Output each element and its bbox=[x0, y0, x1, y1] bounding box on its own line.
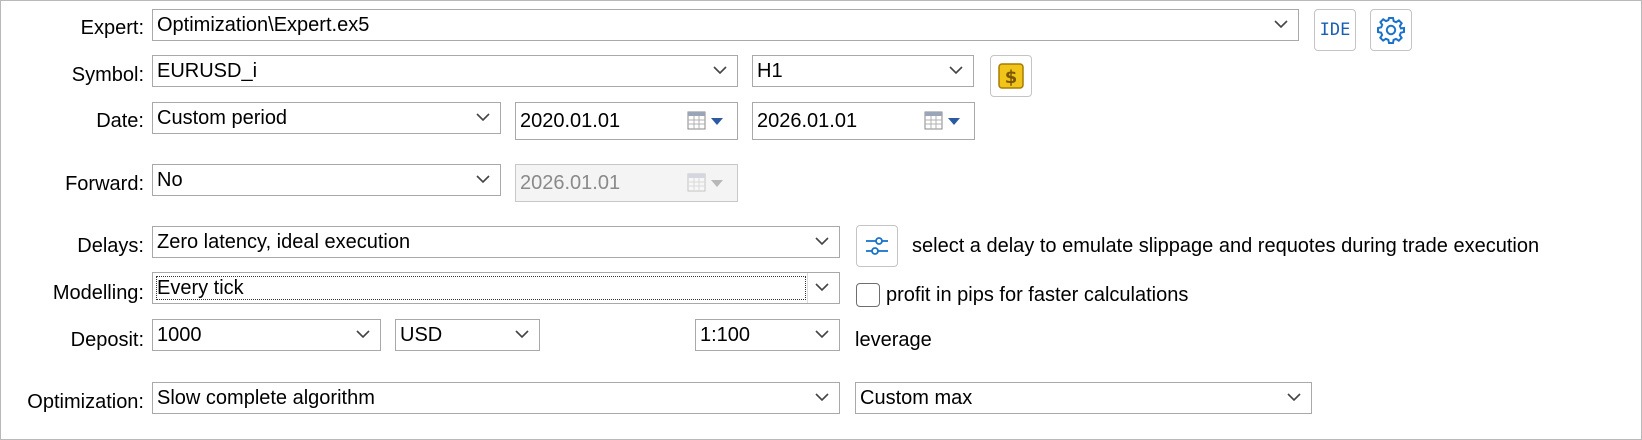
chevron-down-icon bbox=[815, 330, 829, 339]
date-to-picker[interactable]: 2026.01.01 bbox=[752, 102, 975, 140]
chevron-down-icon bbox=[476, 175, 490, 184]
optimization-criterion-value: Custom max bbox=[860, 387, 973, 409]
calendar-icon bbox=[687, 173, 723, 192]
delays-label: Delays: bbox=[77, 235, 144, 257]
expert-select[interactable]: Optimization\Expert.ex5 bbox=[152, 9, 1299, 41]
gear-icon bbox=[1377, 17, 1405, 44]
date-range-select[interactable]: Custom period bbox=[152, 102, 501, 134]
timeframe-value: H1 bbox=[757, 60, 783, 82]
currency-select[interactable]: USD bbox=[395, 319, 540, 351]
delays-value: Zero latency, ideal execution bbox=[157, 231, 411, 253]
optimization-value: Slow complete algorithm bbox=[157, 387, 375, 409]
date-range-value: Custom period bbox=[157, 107, 288, 129]
expert-settings-button[interactable] bbox=[1370, 9, 1412, 51]
modelling-value: Every tick bbox=[157, 277, 244, 299]
chevron-down-icon bbox=[713, 66, 727, 75]
ide-button[interactable]: IDE bbox=[1314, 9, 1356, 51]
expert-value: Optimization\Expert.ex5 bbox=[157, 14, 370, 36]
date-from-value: 2020.01.01 bbox=[520, 110, 621, 132]
leverage-label: leverage bbox=[855, 329, 932, 351]
forward-date-picker[interactable]: 2026.01.01 bbox=[515, 164, 738, 202]
modelling-label: Modelling: bbox=[52, 282, 144, 304]
symbol-value: EURUSD_i bbox=[157, 60, 258, 82]
forward-select[interactable]: No bbox=[152, 164, 501, 196]
forward-value: No bbox=[157, 169, 183, 191]
timeframe-select[interactable]: H1 bbox=[752, 55, 974, 87]
forward-date-value: 2026.01.01 bbox=[520, 172, 621, 194]
date-to-value: 2026.01.01 bbox=[757, 110, 858, 132]
profit-in-pips-label: profit in pips for faster calculations bbox=[886, 284, 1189, 306]
delays-select[interactable]: Zero latency, ideal execution bbox=[152, 226, 840, 258]
chevron-down-icon bbox=[476, 113, 490, 122]
chevron-down-icon bbox=[815, 393, 829, 402]
chevron-down-icon bbox=[356, 330, 370, 339]
delays-hint: select a delay to emulate slippage and r… bbox=[912, 235, 1540, 257]
date-label: Date: bbox=[96, 110, 144, 132]
sliders-icon bbox=[866, 237, 888, 255]
expert-label: Expert: bbox=[80, 17, 144, 39]
svg-text:$: $ bbox=[1005, 67, 1018, 88]
calendar-icon[interactable] bbox=[924, 111, 968, 131]
optimization-select[interactable]: Slow complete algorithm bbox=[152, 382, 840, 414]
chevron-down-icon bbox=[815, 283, 829, 292]
symbol-properties-button[interactable]: $ bbox=[990, 55, 1032, 97]
forward-label: Forward: bbox=[65, 173, 144, 195]
dollar-coin-icon: $ bbox=[998, 63, 1024, 89]
leverage-select[interactable]: 1:100 bbox=[695, 319, 840, 351]
calendar-icon[interactable] bbox=[687, 111, 731, 131]
chevron-down-icon bbox=[1274, 20, 1288, 29]
chevron-down-icon bbox=[515, 330, 529, 339]
ide-button-label: IDE bbox=[1319, 20, 1351, 40]
focus-outline bbox=[156, 276, 806, 300]
optimization-label: Optimization: bbox=[27, 391, 144, 413]
leverage-value: 1:100 bbox=[700, 324, 751, 346]
chevron-down-icon bbox=[949, 66, 963, 75]
deposit-label: Deposit: bbox=[70, 329, 144, 351]
tester-settings-panel: Expert: Optimization\Expert.ex5 IDE Symb… bbox=[0, 0, 1642, 440]
profit-in-pips-checkbox[interactable] bbox=[856, 283, 880, 307]
date-from-picker[interactable]: 2020.01.01 bbox=[515, 102, 738, 140]
chevron-down-icon bbox=[1287, 393, 1301, 402]
optimization-criterion-select[interactable]: Custom max bbox=[855, 382, 1312, 414]
deposit-select[interactable]: 1000 bbox=[152, 319, 381, 351]
modelling-select[interactable]: Every tick bbox=[152, 272, 840, 304]
deposit-value: 1000 bbox=[157, 324, 202, 346]
delay-settings-button[interactable] bbox=[856, 225, 898, 267]
symbol-select[interactable]: EURUSD_i bbox=[152, 55, 738, 87]
symbol-label: Symbol: bbox=[71, 64, 144, 86]
currency-value: USD bbox=[400, 324, 443, 346]
dropdown-separator bbox=[807, 273, 808, 303]
chevron-down-icon bbox=[815, 237, 829, 246]
